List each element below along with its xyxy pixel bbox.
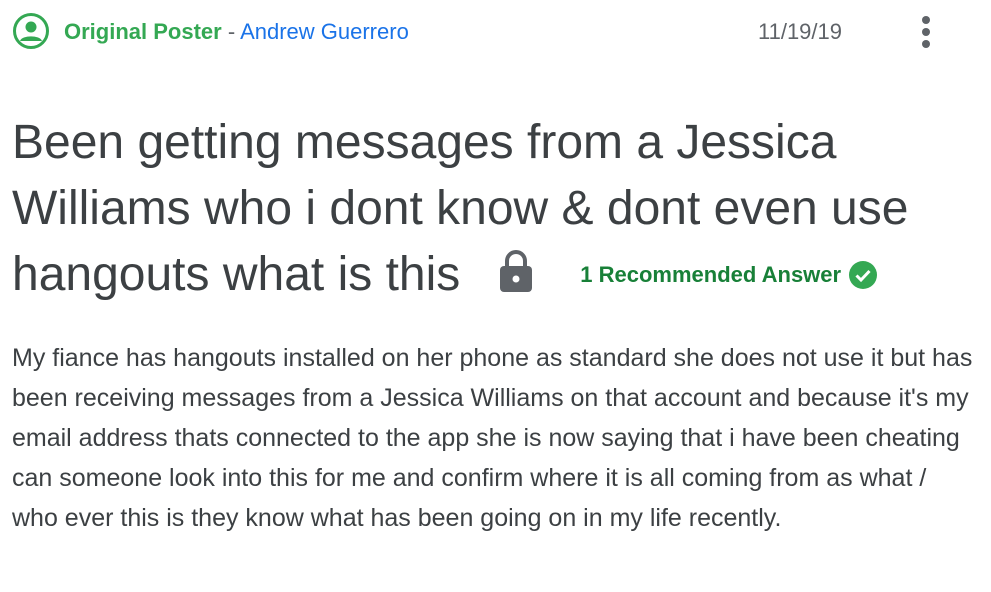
check-circle-icon [849, 261, 878, 290]
more-vert-icon [922, 16, 930, 24]
lock-icon [500, 250, 533, 293]
more-options-button[interactable] [906, 12, 946, 52]
post-body: My fiance has hangouts installed on her … [12, 344, 973, 532]
poster-role-label: Original Poster [64, 19, 222, 44]
post-title: Been getting messages from a Jessica Wil… [12, 110, 972, 308]
poster-line: Original Poster - Andrew Guerrero [64, 18, 409, 46]
more-vert-icon-dot [922, 28, 930, 36]
recommended-answer-link[interactable]: 1 Recommended Answer [580, 261, 841, 289]
post-date: 11/19/19 [758, 19, 843, 44]
post-header: Original Poster - Andrew Guerrero 11/19/… [12, 12, 951, 52]
poster-separator: - [221, 19, 241, 44]
account-circle-icon[interactable] [12, 12, 50, 50]
poster-name-link[interactable]: Andrew Guerrero [240, 19, 409, 44]
more-vert-icon-dot [922, 40, 930, 48]
